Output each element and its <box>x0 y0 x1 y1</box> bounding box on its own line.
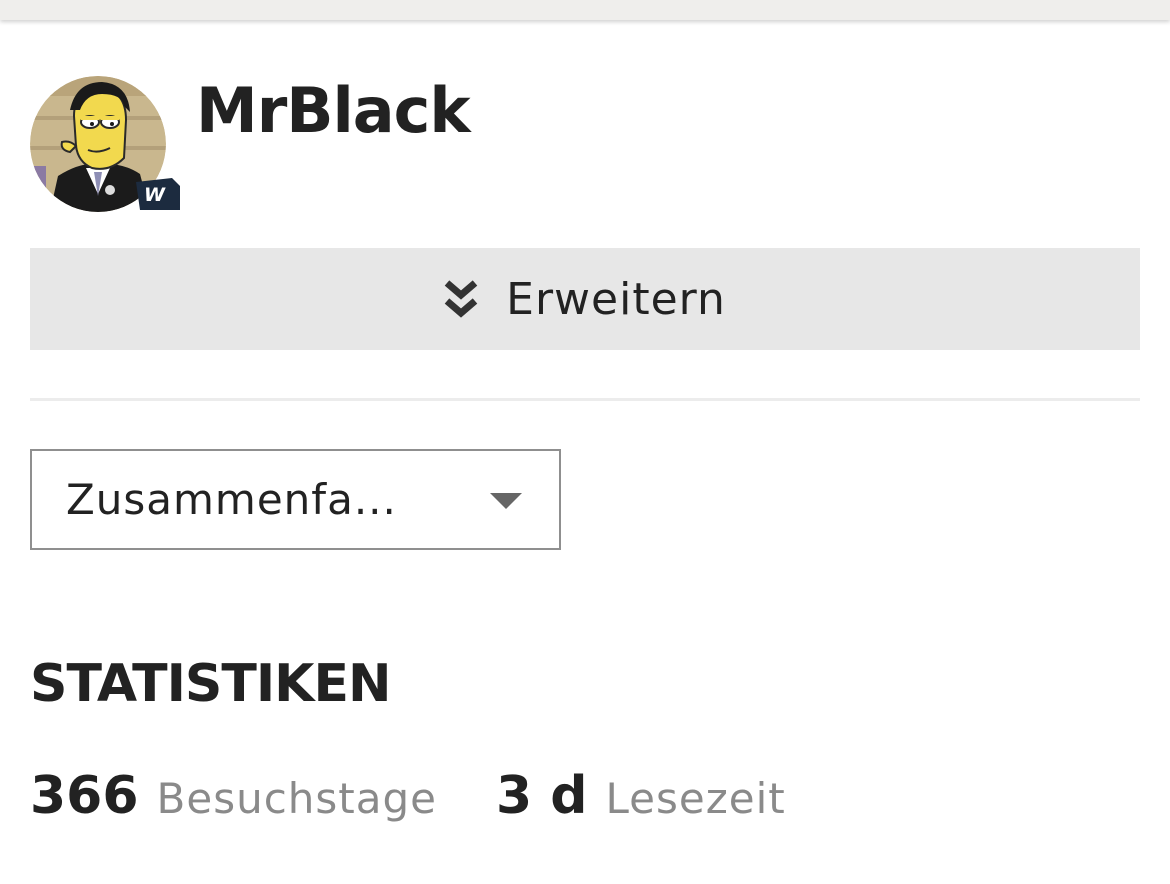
stat-label: Besuchstage <box>156 774 437 823</box>
stat-value: 3 d <box>496 766 588 826</box>
page-title: MrBlack <box>196 74 471 147</box>
expand-button[interactable]: Erweitern <box>30 248 1140 350</box>
divider <box>30 398 1140 401</box>
stat-value: 366 <box>30 766 139 826</box>
double-chevron-down-icon <box>444 280 478 318</box>
stat-read-time: 3 d Lesezeit <box>496 764 786 840</box>
user-avatar-container[interactable]: W <box>30 76 182 214</box>
badge-icon: W <box>136 178 180 210</box>
stat-visit-days: 366 Besuchstage <box>30 764 437 840</box>
stat-label: Lesezeit <box>605 774 786 823</box>
view-select[interactable]: Zusammenfa... <box>30 449 561 550</box>
statistics-heading: STATISTIKEN <box>30 654 392 714</box>
badge-letter: W <box>144 184 166 206</box>
caret-down-icon <box>490 493 522 509</box>
header-bar-edge <box>0 0 1170 20</box>
expand-button-label: Erweitern <box>506 273 726 325</box>
view-select-value: Zusammenfa... <box>66 475 397 524</box>
